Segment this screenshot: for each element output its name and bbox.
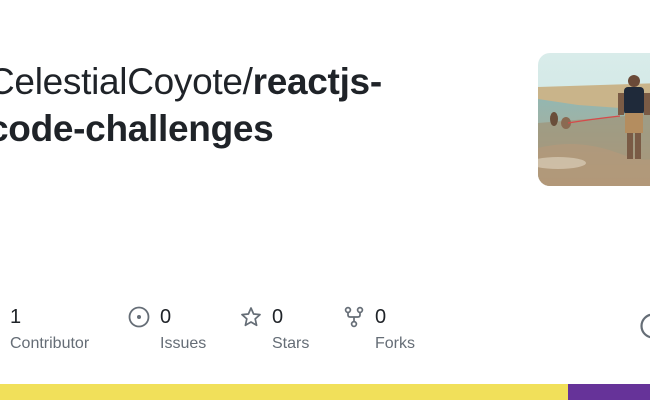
owner-avatar	[538, 53, 650, 186]
repo-name-line1[interactable]: reactjs-	[253, 61, 383, 102]
stars-label: Stars	[272, 335, 310, 352]
stat-forks[interactable]: 0 Forks	[343, 303, 415, 353]
language-bar-segment	[568, 384, 650, 400]
stat-issues[interactable]: 0 Issues	[128, 303, 206, 353]
contributors-count: 1	[10, 306, 22, 328]
forks-label: Forks	[375, 335, 415, 352]
repo-owner[interactable]: CelestialCoyote/	[0, 61, 253, 102]
forks-count: 0	[375, 306, 387, 328]
fork-icon	[343, 306, 365, 328]
github-logo-icon	[640, 313, 650, 339]
stars-count: 0	[272, 306, 284, 328]
beach-photo-image	[538, 53, 650, 186]
repo-stats: 1 Contributor 0 Issues 0 Stars 0 Forks	[0, 303, 650, 363]
repo-title: CelestialCoyote/reactjs- code-challenges	[0, 58, 508, 152]
issue-icon	[128, 306, 150, 328]
stat-contributors[interactable]: 1 Contributor	[10, 303, 89, 353]
repo-name-line2[interactable]: code-challenges	[0, 108, 274, 149]
issues-count: 0	[160, 306, 172, 328]
star-icon	[240, 306, 262, 328]
contributors-label: Contributor	[10, 335, 90, 352]
issues-label: Issues	[160, 335, 207, 352]
language-bar-segment	[0, 384, 568, 400]
stat-stars[interactable]: 0 Stars	[240, 303, 309, 353]
